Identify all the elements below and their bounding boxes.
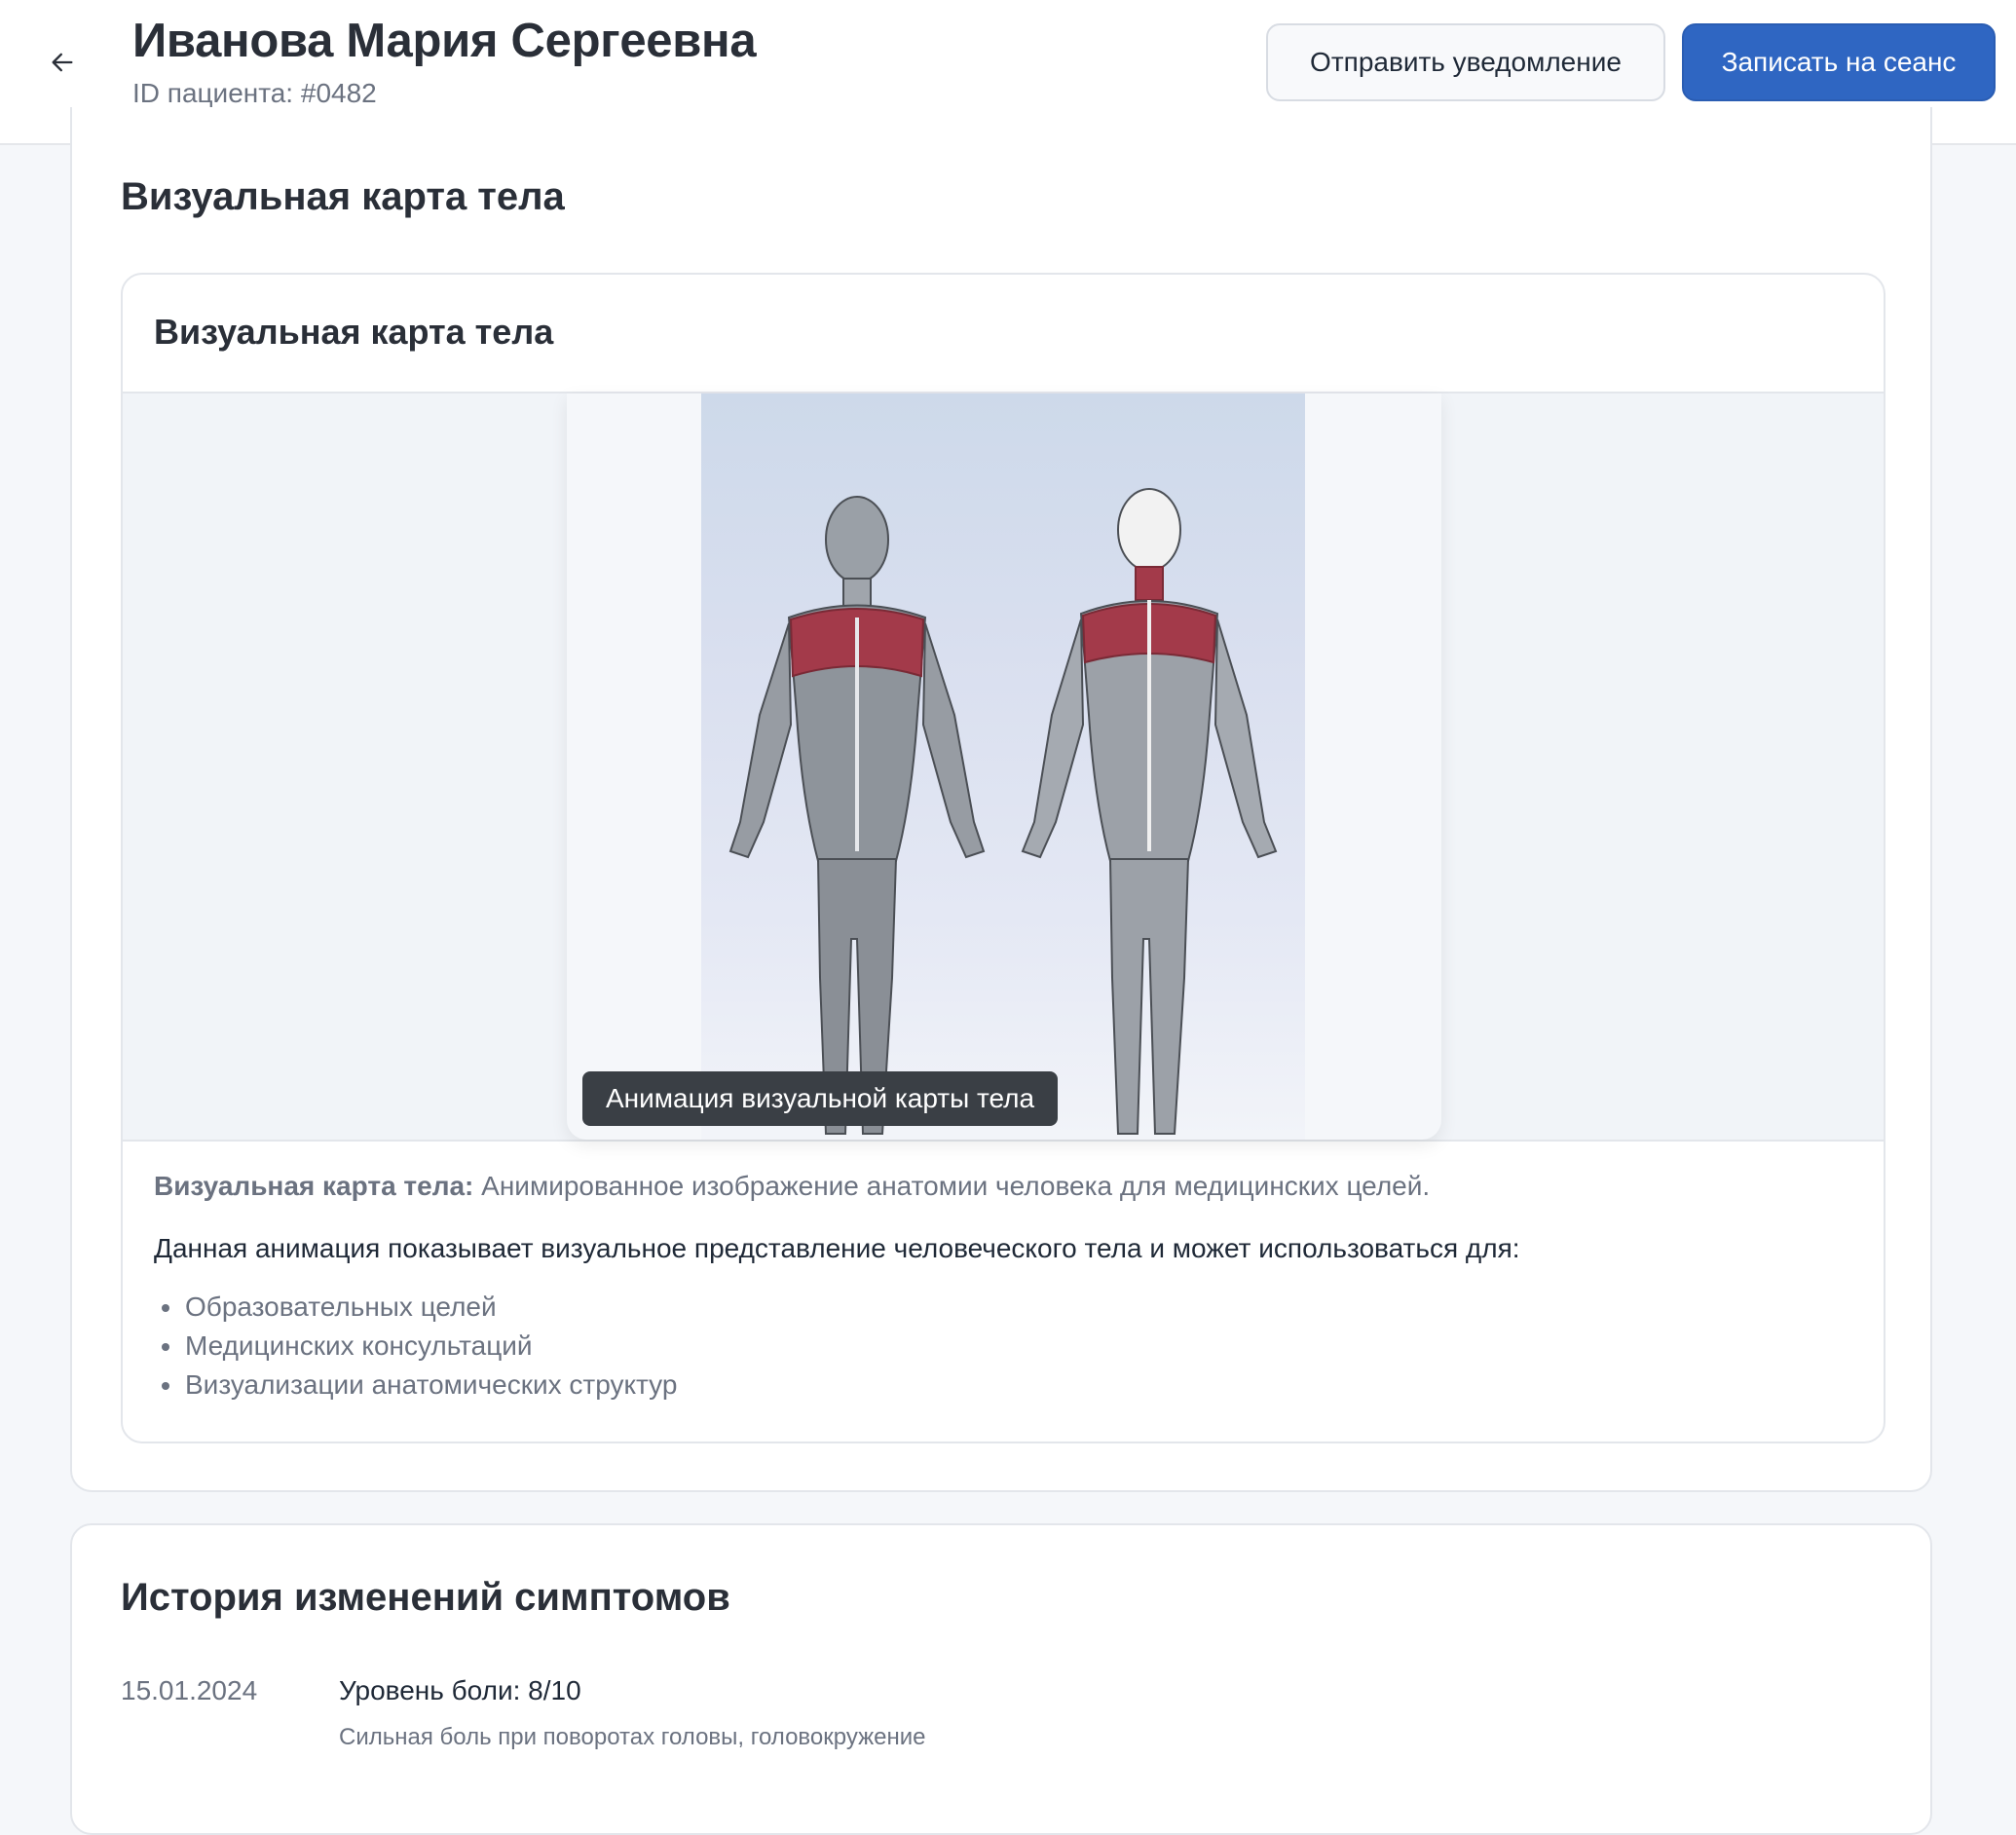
body-map-card: Визуальная карта тела Анимация визуально… bbox=[121, 273, 1885, 1443]
page-title: Иванова Мария Сергеевна bbox=[132, 15, 757, 67]
history-note: Сильная боль при поворотах головы, голов… bbox=[339, 1724, 926, 1750]
list-item: Визуализации анатомических структур bbox=[154, 1366, 677, 1404]
back-button[interactable] bbox=[39, 39, 86, 86]
description-text: Анимированное изображение анатомии челов… bbox=[481, 1171, 1431, 1201]
symptom-history-section: История изменений симптомов 15.01.2024 У… bbox=[70, 1523, 1932, 1835]
send-notification-button[interactable]: Отправить уведомление bbox=[1266, 23, 1665, 101]
history-pain-level: Уровень боли: 8/10 bbox=[339, 1675, 581, 1705]
patient-id: ID пациента: #0482 bbox=[132, 78, 377, 108]
section-title: История изменений симптомов bbox=[121, 1576, 730, 1619]
body-map-section: Визуальная карта тела Визуальная карта т… bbox=[70, 107, 1932, 1492]
description-label: Визуальная карта тела: bbox=[154, 1171, 474, 1201]
card-title: Визуальная карта тела bbox=[154, 312, 554, 352]
animation-frame[interactable]: Анимация визуальной карты тела bbox=[567, 393, 1441, 1140]
arrow-left-icon bbox=[52, 53, 73, 72]
list-item: Медицинских консультаций bbox=[154, 1327, 677, 1366]
uses-intro: Данная анимация показывает визуальное пр… bbox=[154, 1233, 1520, 1263]
section-title: Визуальная карта тела bbox=[121, 175, 565, 218]
list-item: Образовательных целей bbox=[154, 1288, 677, 1327]
animation-caption: Анимация визуальной карты тела bbox=[582, 1071, 1059, 1126]
history-date: 15.01.2024 bbox=[121, 1675, 258, 1705]
uses-list: Образовательных целей Медицинских консул… bbox=[154, 1288, 677, 1404]
figure-area: Анимация визуальной карты тела bbox=[123, 393, 1884, 1142]
schedule-session-button[interactable]: Записать на сеанс bbox=[1682, 23, 1996, 101]
anatomy-illustration bbox=[701, 393, 1305, 1140]
description: Визуальная карта тела: Анимированное изо… bbox=[154, 1171, 1430, 1202]
